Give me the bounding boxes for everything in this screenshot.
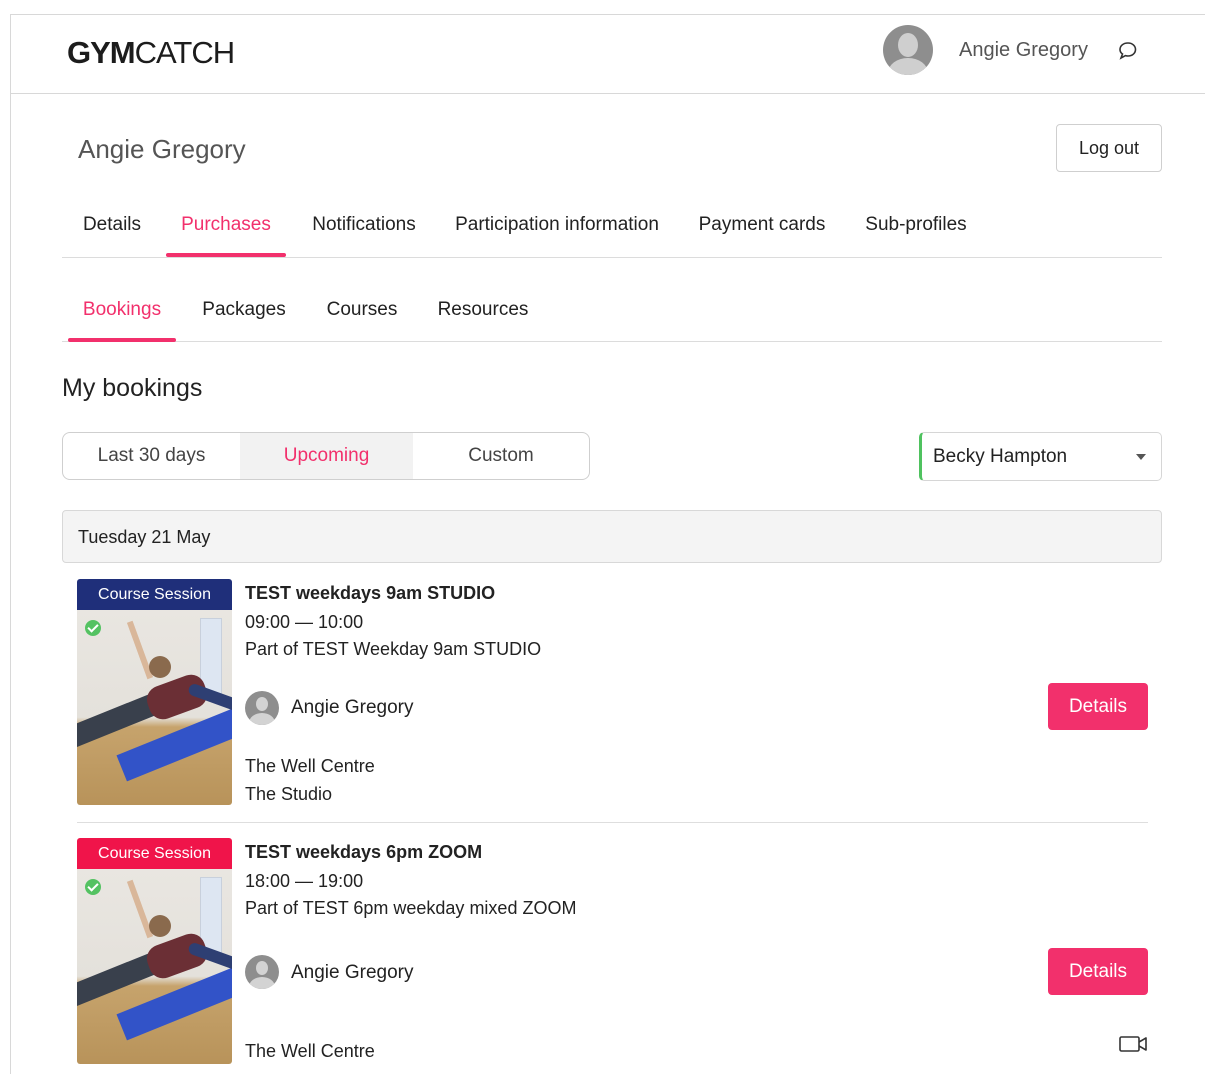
tab-packages[interactable]: Packages: [192, 285, 296, 341]
tab-bookings[interactable]: Bookings: [68, 285, 176, 342]
booking-room: The Studio: [245, 784, 333, 804]
tab-participation-information[interactable]: Participation information: [448, 200, 666, 256]
check-icon: [85, 620, 101, 636]
attendee-avatar-icon: [245, 691, 279, 725]
section-title: My bookings: [62, 374, 203, 402]
tab-details[interactable]: Details: [68, 200, 156, 256]
tab-payment-cards[interactable]: Payment cards: [692, 200, 832, 256]
chat-bubble-icon[interactable]: [1116, 39, 1138, 61]
logout-button[interactable]: Log out: [1056, 124, 1162, 172]
purchase-subtabs: Bookings Packages Courses Resources: [62, 285, 1162, 342]
class-photo: [77, 610, 232, 805]
tab-sub-profiles[interactable]: Sub-profiles: [858, 200, 974, 256]
class-photo: [77, 869, 232, 1064]
booking-title: TEST weekdays 6pm ZOOM: [245, 842, 483, 862]
profile-tabs: Details Purchases Notifications Particip…: [62, 200, 1162, 258]
booking-thumbnail[interactable]: Course Session: [77, 838, 232, 1064]
course-session-badge: Course Session: [77, 579, 232, 610]
booking-course: Part of TEST Weekday 9am STUDIO: [245, 639, 542, 659]
tab-courses[interactable]: Courses: [314, 285, 410, 341]
booking-card: Course Session TEST weekdays 6pm ZOOM 18…: [77, 838, 1148, 1064]
filter-upcoming[interactable]: Upcoming: [240, 433, 413, 479]
tab-resources[interactable]: Resources: [428, 285, 538, 341]
date-group-header: Tuesday 21 May: [62, 510, 1162, 563]
booking-course: Part of TEST 6pm weekday mixed ZOOM: [245, 898, 577, 918]
date-range-filter: Last 30 days Upcoming Custom: [62, 432, 590, 480]
filter-last-30-days[interactable]: Last 30 days: [63, 433, 240, 479]
details-button[interactable]: Details: [1048, 948, 1148, 995]
booking-time: 18:00 — 19:00: [245, 871, 364, 891]
tab-notifications[interactable]: Notifications: [306, 200, 422, 256]
gymcatch-logo[interactable]: GYMCATCH: [67, 35, 235, 71]
member-select[interactable]: Becky Hampton: [919, 432, 1162, 481]
top-navbar: GYMCATCH Angie Gregory: [10, 14, 1205, 94]
booking-divider: [77, 822, 1148, 823]
tab-purchases[interactable]: Purchases: [166, 200, 286, 257]
booking-venue: The Well Centre: [245, 756, 375, 776]
video-camera-icon[interactable]: [1119, 1034, 1149, 1054]
member-select-value: Becky Hampton: [933, 446, 1068, 467]
attendee-avatar-icon: [245, 955, 279, 989]
filter-custom[interactable]: Custom: [413, 433, 589, 479]
header-username[interactable]: Angie Gregory: [959, 39, 1088, 62]
booking-venue: The Well Centre: [245, 1041, 375, 1061]
attendee-name: Angie Gregory: [291, 962, 414, 983]
check-icon: [85, 879, 101, 895]
booking-title: TEST weekdays 9am STUDIO: [245, 583, 496, 603]
details-button[interactable]: Details: [1048, 683, 1148, 730]
booking-thumbnail[interactable]: Course Session: [77, 579, 232, 805]
attendee-name: Angie Gregory: [291, 697, 414, 718]
caret-down-icon: [1136, 454, 1146, 460]
date-label: Tuesday 21 May: [78, 527, 211, 547]
profile-name: Angie Gregory: [78, 134, 246, 164]
course-session-badge: Course Session: [77, 838, 232, 869]
booking-card: Course Session TEST weekdays 9am STUDIO …: [77, 579, 1148, 805]
user-avatar-icon[interactable]: [883, 25, 933, 75]
booking-time: 09:00 — 10:00: [245, 612, 364, 632]
